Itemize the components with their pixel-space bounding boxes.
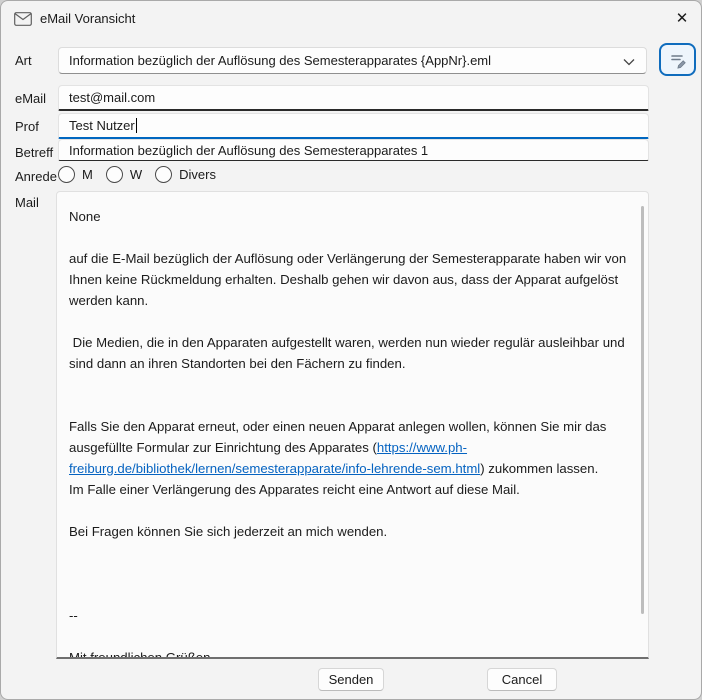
radio-option-divers[interactable]: Divers (155, 166, 216, 183)
radio-button-icon[interactable] (155, 166, 172, 183)
cancel-button[interactable]: Cancel (487, 668, 557, 691)
template-select-value: Information bezüglich der Auflösung des … (69, 53, 491, 68)
envelope-icon (14, 12, 32, 26)
mail-body-after-link: ) zukommen lassen. Im Falle einer Verlän… (69, 461, 598, 659)
mail-body-text: None auf die E-Mail bezüglich der Auflös… (69, 206, 634, 659)
text-cursor (136, 118, 137, 133)
close-button[interactable]: ✕ (667, 4, 697, 32)
radio-label: M (82, 167, 93, 182)
window-title: eMail Voransicht (40, 11, 135, 26)
email-preview-dialog: eMail Voransicht ✕ Art Information bezüg… (0, 0, 702, 700)
betreff-input[interactable]: Information bezüglich der Auflösung des … (58, 139, 649, 161)
chevron-down-icon (623, 58, 635, 66)
radio-label: W (130, 167, 142, 182)
radio-label: Divers (179, 167, 216, 182)
email-input[interactable]: test@mail.com (58, 85, 649, 111)
prof-label: Prof (15, 119, 39, 134)
prof-input[interactable]: Test Nutzer (58, 113, 649, 139)
edit-list-icon (668, 50, 688, 70)
email-label: eMail (15, 91, 46, 106)
template-select[interactable]: Information bezüglich der Auflösung des … (58, 47, 647, 74)
radio-option-m[interactable]: M (58, 166, 93, 183)
radio-button-icon[interactable] (106, 166, 123, 183)
anrede-radio-group: M W Divers (58, 166, 229, 183)
scrollbar-thumb[interactable] (641, 206, 644, 614)
mail-body-before-link: None auf die E-Mail bezüglich der Auflös… (69, 209, 630, 455)
anrede-label: Anrede (15, 169, 57, 184)
prof-input-value: Test Nutzer (69, 118, 135, 133)
betreff-label: Betreff (15, 145, 53, 160)
title-bar: eMail Voransicht ✕ (1, 1, 701, 37)
send-button[interactable]: Senden (318, 668, 384, 691)
radio-button-icon[interactable] (58, 166, 75, 183)
mail-label: Mail (15, 195, 39, 210)
art-label: Art (15, 53, 32, 68)
radio-option-w[interactable]: W (106, 166, 142, 183)
mail-body-textarea[interactable]: None auf die E-Mail bezüglich der Auflös… (56, 191, 649, 659)
edit-template-button[interactable] (659, 43, 696, 76)
email-input-value: test@mail.com (69, 90, 155, 105)
betreff-input-value: Information bezüglich der Auflösung des … (69, 143, 428, 158)
